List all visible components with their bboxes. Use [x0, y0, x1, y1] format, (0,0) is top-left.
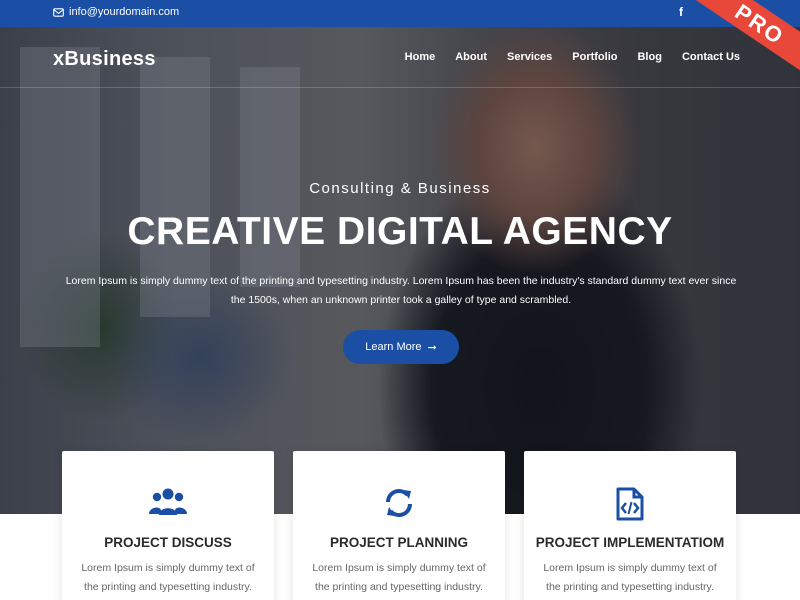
card-title: PROJECT IMPLEMENTATIOM	[535, 535, 725, 550]
users-icon	[62, 487, 274, 521]
site-logo[interactable]: xBusiness	[53, 48, 156, 71]
contact-email[interactable]: info@yourdomain.com	[53, 6, 179, 18]
top-bar: info@yourdomain.com f	[0, 0, 800, 27]
envelope-icon	[53, 7, 64, 17]
feature-card[interactable]: PROJECT DISCUSS Lorem Ipsum is simply du…	[62, 451, 274, 600]
nav-contact-us[interactable]: Contact Us	[682, 51, 740, 63]
hero-overlay	[0, 27, 800, 514]
feature-card[interactable]: PROJECT IMPLEMENTATIOM Lorem Ipsum is si…	[524, 451, 736, 600]
header-divider	[0, 87, 800, 88]
code-file-icon	[524, 487, 736, 521]
nav-portfolio[interactable]: Portfolio	[572, 51, 617, 63]
hero-section	[0, 27, 800, 514]
learn-more-button[interactable]: Learn More ➞	[343, 330, 459, 364]
hero-description: Lorem Ipsum is simply dummy text of the …	[65, 275, 737, 306]
card-text: Lorem Ipsum is simply dummy text of the …	[543, 562, 717, 593]
card-title: PROJECT PLANNING	[329, 535, 468, 550]
card-text: Lorem Ipsum is simply dummy text of the …	[81, 562, 255, 593]
card-title: PROJECT DISCUSS	[104, 535, 232, 550]
hero-subtitle: Consulting & Business	[309, 180, 491, 197]
nav-home[interactable]: Home	[405, 51, 436, 63]
feature-card[interactable]: PROJECT PLANNING Lorem Ipsum is simply d…	[293, 451, 505, 600]
nav-blog[interactable]: Blog	[637, 51, 661, 63]
nav-about[interactable]: About	[455, 51, 487, 63]
sync-icon	[293, 487, 505, 521]
learn-more-label: Learn More	[365, 341, 422, 353]
card-text: Lorem Ipsum is simply dummy text of the …	[312, 562, 486, 593]
hero-headline: CREATIVE DIGITAL AGENCY	[127, 210, 673, 253]
arrow-right-icon: ➞	[427, 341, 437, 354]
facebook-icon[interactable]: f	[679, 5, 683, 19]
email-text: info@yourdomain.com	[69, 6, 180, 18]
main-nav: Home About Services Portfolio Blog Conta…	[405, 51, 740, 63]
nav-services[interactable]: Services	[507, 51, 552, 63]
